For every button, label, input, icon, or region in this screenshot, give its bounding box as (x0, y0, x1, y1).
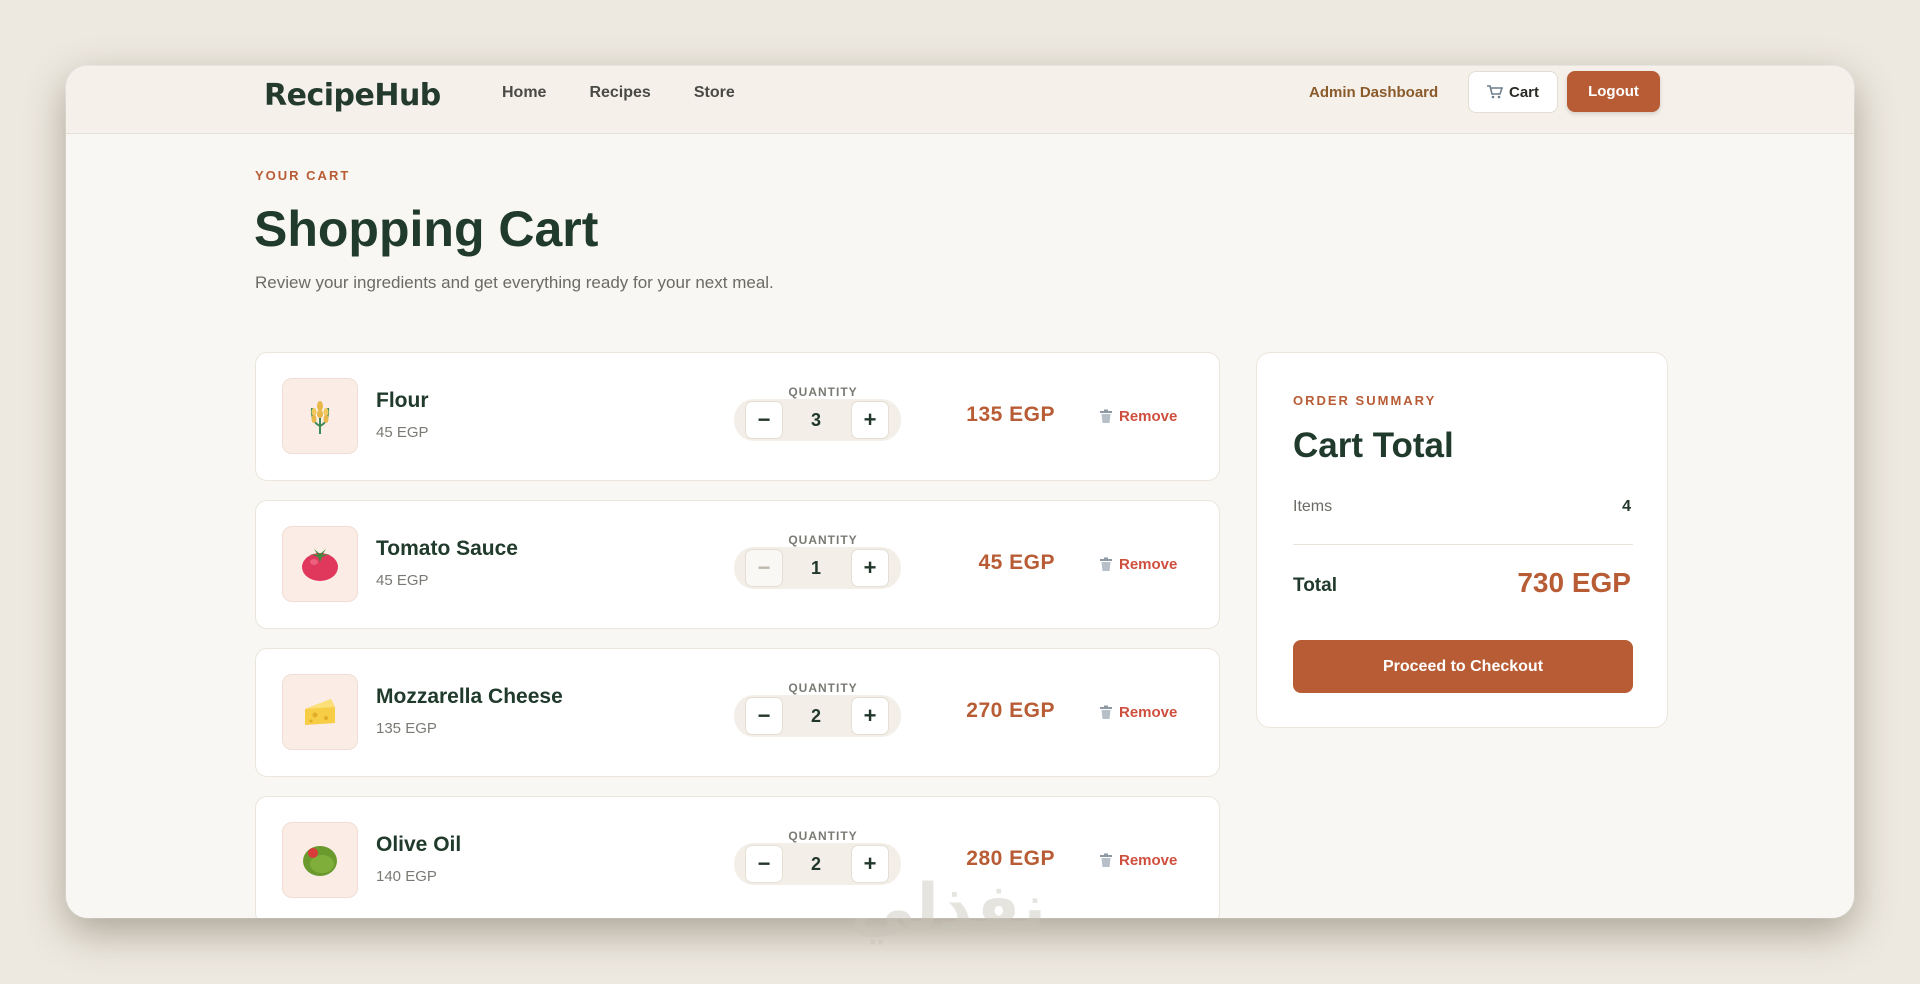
remove-button[interactable]: Remove (1099, 704, 1177, 721)
item-total-price: 135 EGP (966, 403, 1055, 426)
remove-button[interactable]: Remove (1099, 408, 1177, 425)
total-value: 730 EGP (1517, 567, 1631, 598)
quantity-stepper: − 1 + (734, 547, 901, 589)
quantity-stepper: − 2 + (734, 695, 901, 737)
item-unit-price: 135 EGP (376, 720, 437, 737)
cart-item: Mozzarella Cheese 135 EGP QUANTITY − 2 +… (255, 648, 1220, 777)
wheat-icon (282, 378, 358, 454)
items-count-label: Items (1293, 498, 1333, 515)
trash-icon (1099, 853, 1113, 868)
cart-item: Olive Oil 140 EGP QUANTITY − 2 + 280 EGP… (255, 796, 1220, 918)
cart-item: Flour 45 EGP QUANTITY − 3 + 135 EGP Remo… (255, 352, 1220, 481)
remove-button-label: Remove (1119, 852, 1178, 869)
quantity-value: 2 (810, 705, 821, 726)
quantity-value: 2 (810, 853, 821, 874)
page-eyebrow: YOUR CART (255, 168, 351, 183)
nav-links: Home Recipes Store (502, 84, 778, 102)
nav-link-store[interactable]: Store (694, 84, 735, 102)
cart-button[interactable]: Cart (1468, 71, 1558, 113)
summary-title: Cart Total (1293, 426, 1454, 465)
decrease-quantity-button[interactable]: − (745, 549, 783, 587)
increase-quantity-button[interactable]: + (851, 549, 889, 587)
item-name: Tomato Sauce (376, 537, 518, 560)
watermark: نفذلي (850, 871, 1046, 943)
total-label: Total (1293, 575, 1337, 596)
checkout-button[interactable]: Proceed to Checkout (1293, 640, 1633, 693)
item-unit-price: 45 EGP (376, 572, 429, 589)
cheese-icon (282, 674, 358, 750)
quantity-stepper: − 3 + (734, 399, 901, 441)
logout-button[interactable]: Logout (1567, 71, 1660, 112)
summary-eyebrow: ORDER SUMMARY (1293, 393, 1437, 408)
cart-item: Tomato Sauce 45 EGP QUANTITY − 1 + 45 EG… (255, 500, 1220, 629)
quantity-value: 3 (810, 409, 821, 430)
nav-link-home[interactable]: Home (502, 84, 546, 102)
remove-button-label: Remove (1119, 704, 1178, 721)
remove-button[interactable]: Remove (1099, 556, 1177, 573)
cart-icon (1486, 85, 1503, 99)
quantity-value: 1 (810, 557, 821, 578)
cart-items-list: Flour 45 EGP QUANTITY − 3 + 135 EGP Remo… (255, 352, 1220, 918)
trash-icon (1099, 705, 1113, 720)
increase-quantity-button[interactable]: + (851, 401, 889, 439)
increase-quantity-button[interactable]: + (851, 697, 889, 735)
item-total-price: 45 EGP (978, 551, 1055, 574)
item-unit-price: 45 EGP (376, 424, 429, 441)
app-window: RecipeHub Home Recipes Store Admin Dashb… (66, 66, 1854, 918)
decrease-quantity-button[interactable]: − (745, 401, 783, 439)
trash-icon (1099, 409, 1113, 424)
page-subtitle: Review your ingredients and get everythi… (255, 273, 774, 292)
quantity-label: QUANTITY (788, 681, 858, 695)
brand-logo[interactable]: RecipeHub (264, 78, 441, 113)
top-navbar: RecipeHub Home Recipes Store Admin Dashb… (66, 66, 1854, 134)
remove-button-label: Remove (1119, 556, 1178, 573)
olive-icon (282, 822, 358, 898)
item-name: Olive Oil (376, 833, 462, 856)
quantity-label: QUANTITY (788, 385, 858, 399)
decrease-quantity-button[interactable]: − (745, 697, 783, 735)
decrease-quantity-button[interactable]: − (745, 845, 783, 883)
tomato-icon (282, 526, 358, 602)
quantity-label: QUANTITY (788, 533, 858, 547)
item-total-price: 280 EGP (966, 847, 1055, 870)
quantity-label: QUANTITY (788, 829, 858, 843)
order-summary-card: ORDER SUMMARY Cart Total Items 4 Total 7… (1256, 352, 1668, 728)
remove-button[interactable]: Remove (1099, 852, 1177, 869)
item-total-price: 270 EGP (966, 699, 1055, 722)
item-name: Flour (376, 389, 429, 412)
admin-dashboard-link[interactable]: Admin Dashboard (1309, 84, 1438, 101)
summary-divider (1293, 544, 1633, 545)
cart-button-label: Cart (1508, 83, 1539, 101)
nav-link-recipes[interactable]: Recipes (589, 84, 650, 102)
items-count-value: 4 (1622, 498, 1631, 515)
item-name: Mozzarella Cheese (376, 685, 563, 708)
item-unit-price: 140 EGP (376, 868, 437, 885)
page-title: Shopping Cart (254, 201, 599, 257)
trash-icon (1099, 557, 1113, 572)
remove-button-label: Remove (1119, 408, 1178, 425)
